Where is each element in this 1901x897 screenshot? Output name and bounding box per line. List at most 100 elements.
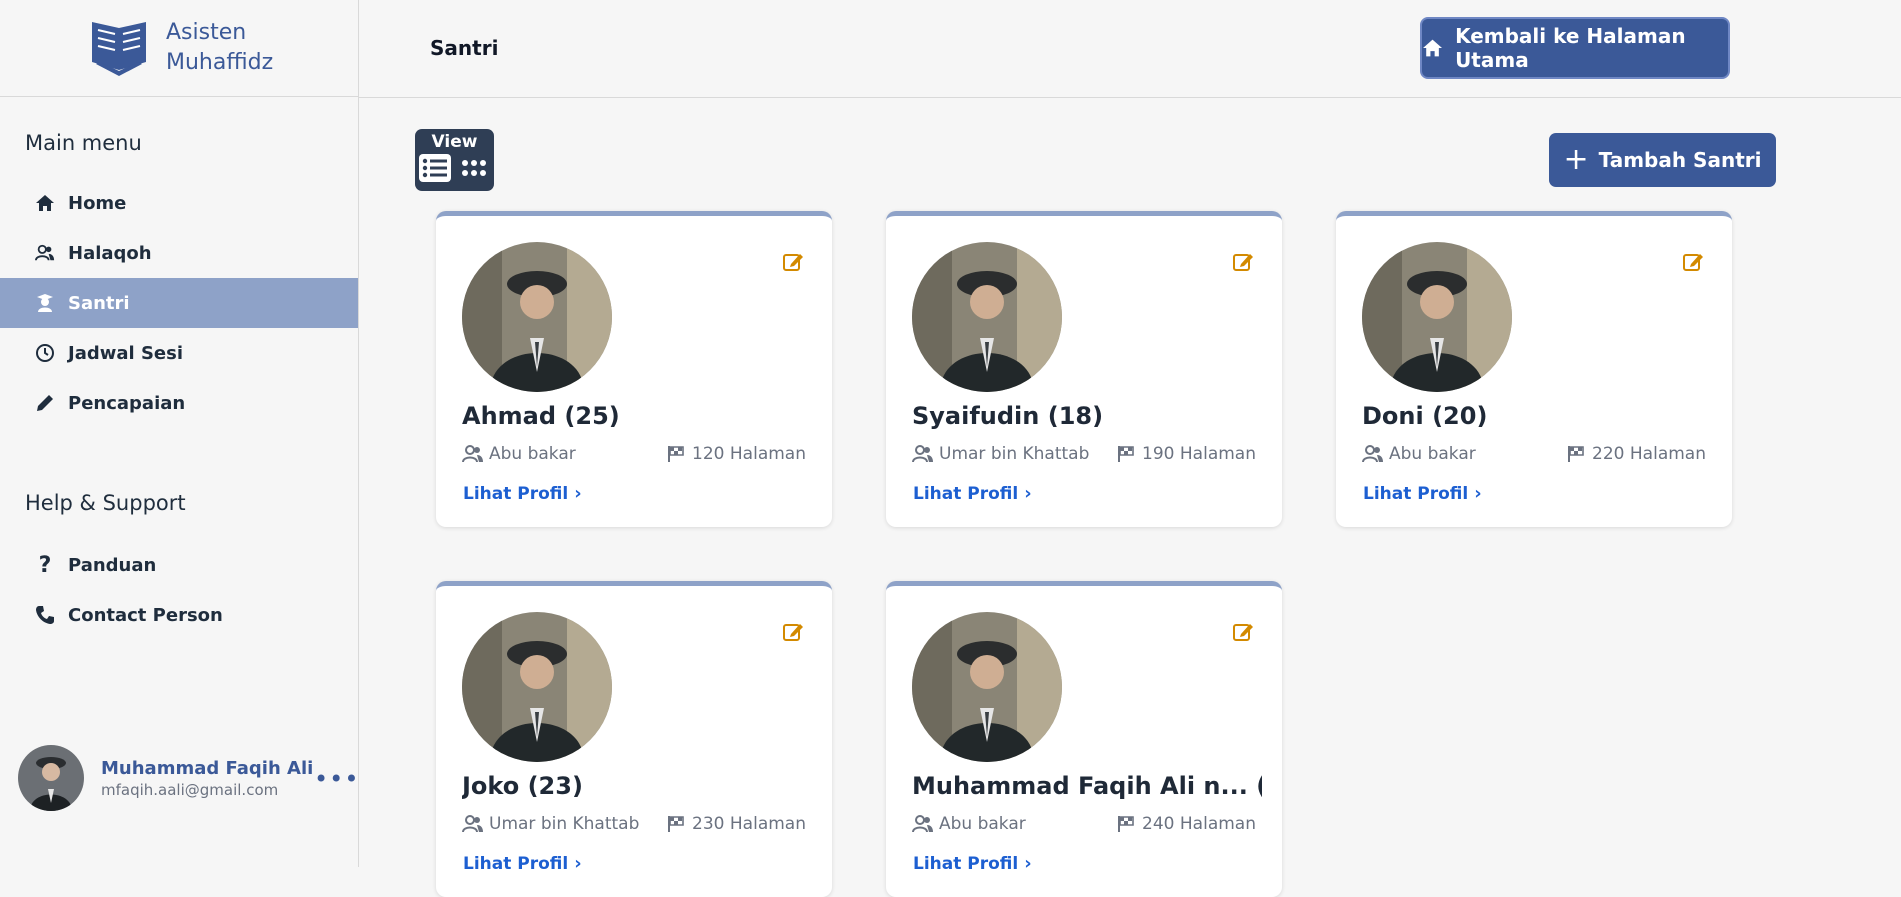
flag-checkered-icon [1118,816,1134,832]
pencil-icon [34,392,56,414]
phone-icon [34,604,56,626]
topbar: Santri Kembali ke Halaman Utama [359,0,1901,98]
edit-icon[interactable] [782,621,804,643]
main-nav: Home Halaqoh Santri Jadwal Sesi Pencapai… [0,178,358,428]
sidebar-item-label: Contact Person [68,604,223,626]
edit-icon[interactable] [1232,621,1254,643]
avatar [18,745,84,811]
brand-line2: Muhaffidz [166,50,274,75]
santri-name: Muhammad Faqih Ali n... (24) [912,772,1262,800]
edit-icon[interactable] [1682,251,1704,273]
santri-name: Joko (23) [462,772,583,800]
sidebar-item-label: Jadwal Sesi [68,342,183,364]
chevron-right-icon: › [1024,483,1032,504]
santri-photo [462,612,612,762]
sidebar-item-label: Halaqoh [68,242,152,264]
view-profile-link[interactable]: Lihat Profil › [913,483,1032,504]
sidebar-item-contact-person[interactable]: Contact Person [0,590,358,640]
users-icon [912,445,933,463]
sidebar-item-label: Santri [68,292,130,314]
question-icon: ? [38,552,52,578]
santri-photo [462,242,612,392]
view-profile-label: Lihat Profil [463,853,569,874]
sidebar: Asisten Muhaffidz Main menu Home Halaqoh… [0,0,359,867]
view-profile-link[interactable]: Lihat Profil › [463,853,582,874]
book-logo-icon [92,22,146,76]
more-options-icon[interactable]: ••• [314,765,359,793]
main-menu-title: Main menu [25,131,142,155]
view-toggle: View [415,129,494,191]
view-profile-link[interactable]: Lihat Profil › [1363,483,1482,504]
santri-photo [912,612,1062,762]
santri-halaqoh: Abu bakar [1389,444,1476,464]
santri-name: Ahmad (25) [462,402,620,430]
chevron-right-icon: › [1474,483,1482,504]
santri-name: Doni (20) [1362,402,1488,430]
flag-checkered-icon [1568,446,1584,462]
chevron-right-icon: › [574,483,582,504]
sidebar-item-home[interactable]: Home [0,178,358,228]
view-profile-label: Lihat Profil [913,483,1019,504]
santri-photo [1362,242,1512,392]
view-profile-link[interactable]: Lihat Profil › [463,483,582,504]
users-icon [462,445,483,463]
sidebar-item-jadwal-sesi[interactable]: Jadwal Sesi [0,328,358,378]
santri-name: Syaifudin (18) [912,402,1104,430]
sidebar-item-label: Pencapaian [68,392,186,414]
sidebar-item-halaqoh[interactable]: Halaqoh [0,228,358,278]
santri-photo [912,242,1062,392]
santri-card: Muhammad Faqih Ali n... (24) Abu bakar 2… [886,581,1282,897]
user-email: mfaqih.aali@gmail.com [101,780,279,799]
sidebar-item-label: Home [68,192,127,214]
view-profile-label: Lihat Profil [463,483,569,504]
back-to-home-button[interactable]: Kembali ke Halaman Utama [1420,17,1730,79]
user-name: Muhammad Faqih Ali [101,757,314,779]
home-icon [1423,39,1443,57]
add-santri-button[interactable]: + Tambah Santri [1549,133,1776,187]
santri-pages: 230 Halaman [692,814,806,834]
users-icon [1362,445,1383,463]
santri-halaqoh: Abu bakar [489,444,576,464]
sidebar-item-pencapaian[interactable]: Pencapaian [0,378,358,428]
santri-card: Ahmad (25) Abu bakar 120 Halaman Lihat P… [436,211,832,527]
clock-icon [34,342,56,364]
flag-checkered-icon [668,446,684,462]
santri-halaqoh: Abu bakar [939,814,1026,834]
user-profile[interactable]: Muhammad Faqih Ali mfaqih.aali@gmail.com [18,745,313,811]
users-icon [34,242,56,264]
users-icon [912,815,933,833]
page-title: Santri [430,36,499,60]
santri-card: Syaifudin (18) Umar bin Khattab 190 Hala… [886,211,1282,527]
chevron-right-icon: › [574,853,582,874]
santri-pages: 240 Halaman [1142,814,1256,834]
brand[interactable]: Asisten Muhaffidz [0,0,358,97]
view-label: View [431,132,478,152]
flag-checkered-icon [668,816,684,832]
santri-pages: 190 Halaman [1142,444,1256,464]
edit-icon[interactable] [1232,251,1254,273]
view-profile-label: Lihat Profil [913,853,1019,874]
sidebar-item-panduan[interactable]: ? Panduan [0,540,358,590]
sidebar-item-label: Panduan [68,554,157,576]
list-view-icon[interactable] [419,154,451,182]
back-to-home-label: Kembali ke Halaman Utama [1455,24,1686,72]
student-icon [34,292,56,314]
santri-card: Doni (20) Abu bakar 220 Halaman Lihat Pr… [1336,211,1732,527]
santri-card: Joko (23) Umar bin Khattab 230 Halaman L… [436,581,832,897]
view-profile-link[interactable]: Lihat Profil › [913,853,1032,874]
help-nav: ? Panduan Contact Person [0,540,358,640]
add-santri-label: Tambah Santri [1598,148,1762,172]
grid-view-icon[interactable] [458,154,490,182]
home-icon [34,192,56,214]
sidebar-item-santri[interactable]: Santri [0,278,358,328]
santri-halaqoh: Umar bin Khattab [489,814,640,834]
help-support-title: Help & Support [25,491,186,515]
users-icon [462,815,483,833]
brand-line1: Asisten [166,20,247,45]
plus-icon: + [1563,142,1589,177]
flag-checkered-icon [1118,446,1134,462]
view-profile-label: Lihat Profil [1363,483,1469,504]
chevron-right-icon: › [1024,853,1032,874]
edit-icon[interactable] [782,251,804,273]
santri-pages: 120 Halaman [692,444,806,464]
